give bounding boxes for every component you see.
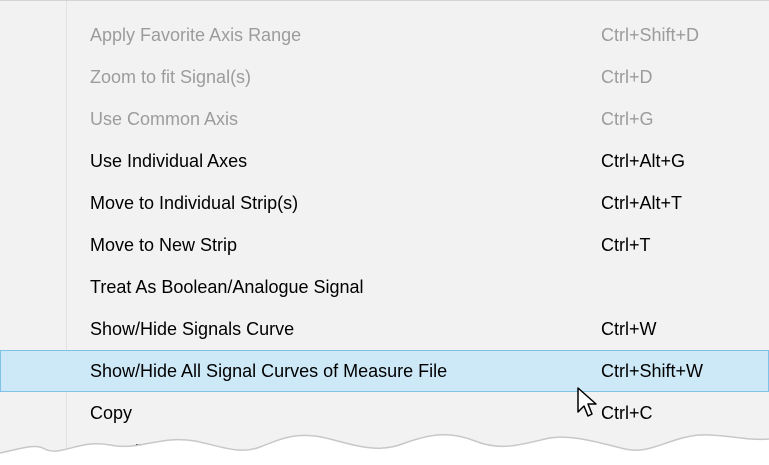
menu-item-shortcut: Ctrl+Alt+T (601, 193, 683, 213)
menu-item-shortcut: Ctrl+Shift+D (601, 25, 700, 45)
menu-item-show-hide-signals-curve[interactable]: Show/Hide Signals Curve Ctrl+W (0, 308, 769, 350)
menu-item-label: Apply Favorite Axis Range (90, 25, 302, 45)
menu-item-zoom-to-fit-signals[interactable]: Zoom to fit Signal(s) Ctrl+D (0, 56, 769, 98)
menu-item-label: Show/Hide Signals Curve (90, 319, 295, 339)
torn-edge-decoration (0, 434, 769, 465)
menu-item-copy[interactable]: Copy Ctrl+C (0, 392, 769, 434)
screenshot-stage: Apply Favorite Axis Range Ctrl+Shift+D Z… (0, 0, 769, 465)
menu-item-label: Use Common Axis (90, 109, 239, 129)
context-menu: Apply Favorite Axis Range Ctrl+Shift+D Z… (0, 0, 769, 465)
menu-item-label: Treat As Boolean/Analogue Signal (90, 277, 364, 297)
menu-item-shortcut: Ctrl+T (601, 235, 651, 255)
menu-item-shortcut: Ctrl+Shift+W (601, 361, 704, 381)
menu-item-label: Show/Hide All Signal Curves of Measure F… (90, 361, 448, 381)
menu-item-move-to-new-strip[interactable]: Move to New Strip Ctrl+T (0, 224, 769, 266)
menu-item-shortcut: Ctrl+C (601, 403, 653, 423)
menu-item-use-individual-axes[interactable]: Use Individual Axes Ctrl+Alt+G (0, 140, 769, 182)
menu-item-move-to-individual-strips[interactable]: Move to Individual Strip(s) Ctrl+Alt+T (0, 182, 769, 224)
menu-item-apply-favorite-axis-range[interactable]: Apply Favorite Axis Range Ctrl+Shift+D (0, 14, 769, 56)
menu-item-label: Zoom to fit Signal(s) (90, 67, 252, 87)
menu-item-label: Move to Individual Strip(s) (90, 193, 299, 213)
menu-item-shortcut: Ctrl+D (601, 67, 653, 87)
menu-item-shortcut: Ctrl+G (601, 109, 654, 129)
menu-item-use-common-axis[interactable]: Use Common Axis Ctrl+G (0, 98, 769, 140)
menu-item-shortcut: Ctrl+Alt+G (601, 151, 686, 171)
mouse-pointer-icon (577, 387, 597, 417)
menu-item-shortcut: Ctrl+W (601, 319, 657, 339)
menu-item-show-hide-all-signal-curves[interactable]: Show/Hide All Signal Curves of Measure F… (0, 350, 769, 392)
menu-item-label: Use Individual Axes (90, 151, 248, 171)
menu-item-treat-as-boolean-analogue[interactable]: Treat As Boolean/Analogue Signal (0, 266, 769, 308)
menu-item-label: Move to New Strip (90, 235, 238, 255)
